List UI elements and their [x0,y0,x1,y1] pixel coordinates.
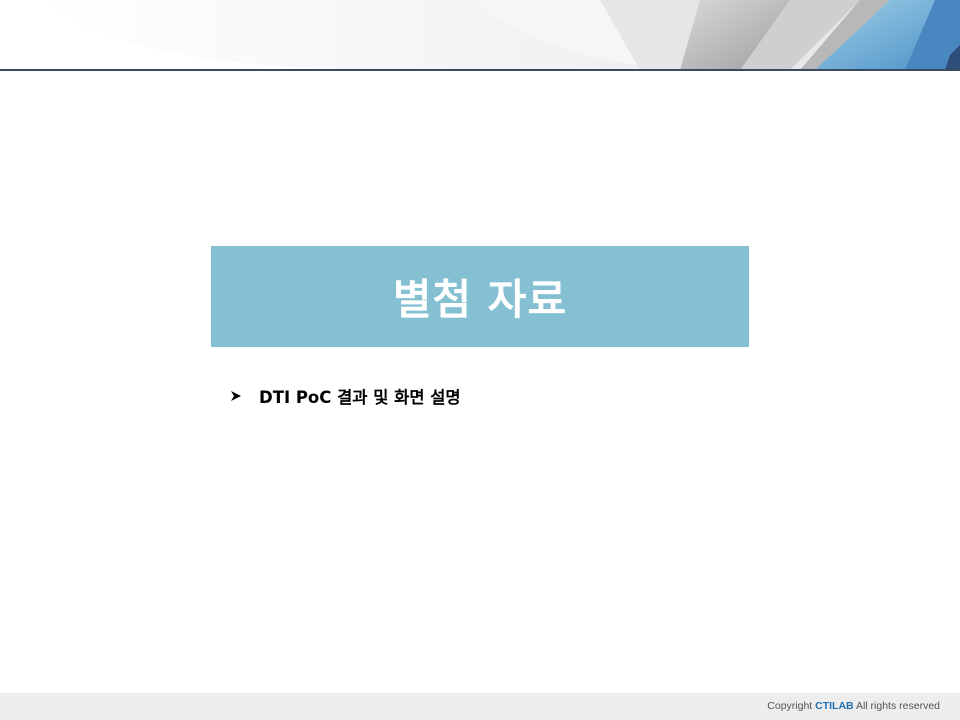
copyright-suffix: All rights reserved [853,700,940,712]
header-swoosh-graphic [0,0,960,70]
bullet-item: DTI PoC 결과 및 화면 설명 [230,383,461,409]
section-title-box: 별첨 자료 [211,246,749,347]
footer: Copyright CTILAB All rights reserved [0,693,960,720]
copyright-prefix: Copyright [767,700,816,712]
brand-name: CTILAB [815,700,854,712]
arrow-bullet-icon [230,390,242,402]
header-divider [0,69,960,71]
copyright-notice: Copyright CTILAB All rights reserved [767,700,940,712]
bullet-text: DTI PoC 결과 및 화면 설명 [259,388,461,407]
section-title: 별첨 자료 [392,275,568,324]
header-decoration [0,0,960,70]
